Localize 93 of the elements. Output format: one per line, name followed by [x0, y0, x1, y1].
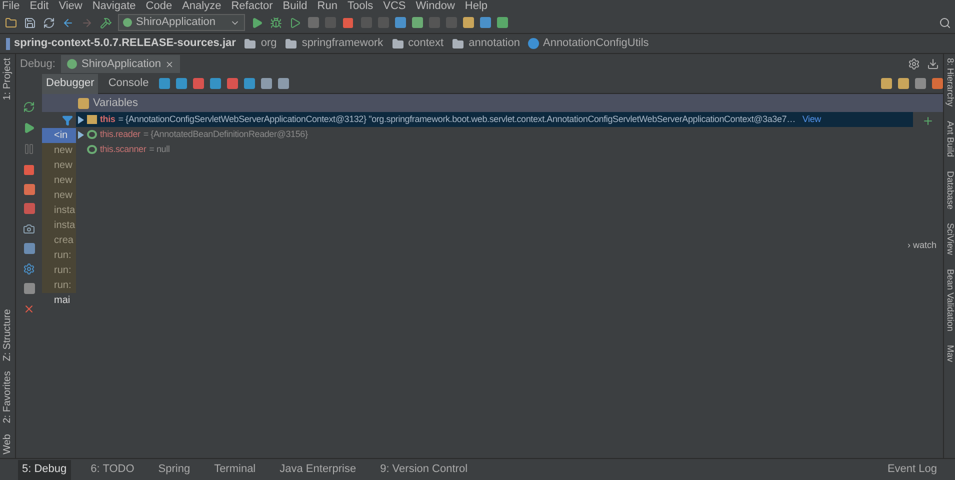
variables-title: Variables: [93, 96, 138, 111]
open-folder-icon[interactable]: [4, 16, 17, 29]
menu-item[interactable]: Refactor: [231, 0, 273, 12]
debugger-tab[interactable]: Debugger: [42, 74, 98, 94]
tool-window-tab[interactable]: 9: Version Control: [376, 460, 472, 480]
menu-item[interactable]: Tools: [347, 0, 374, 12]
stop-icon[interactable]: [342, 16, 354, 29]
stack-frame[interactable]: mai: [42, 293, 76, 308]
menu-item[interactable]: Build: [282, 0, 308, 12]
tool-window-tab[interactable]: Database: [942, 170, 955, 210]
stack-frame[interactable]: insta: [42, 218, 76, 233]
stack-frame[interactable]: new: [42, 188, 76, 203]
menu-item[interactable]: Run: [317, 0, 338, 12]
stack-frame[interactable]: new: [42, 173, 76, 188]
run-configuration-dropdown[interactable]: ShiroApplication: [118, 14, 244, 31]
menu-item[interactable]: Help: [464, 0, 488, 12]
menu-item[interactable]: Analyze: [182, 0, 222, 12]
build-icon[interactable]: [99, 16, 112, 29]
run-icon[interactable]: [250, 16, 264, 29]
session-tab[interactable]: ShiroApplication: [61, 55, 180, 73]
tool-window-tab[interactable]: Ant Build: [942, 120, 955, 157]
debugger-tab[interactable]: Console: [104, 74, 153, 94]
pause-icon[interactable]: [22, 142, 36, 155]
tool-window-tab[interactable]: 1: Project: [0, 58, 19, 100]
camera-icon[interactable]: [22, 222, 36, 235]
variable-value: = {AnnotatedBeanDefinitionReader@3156}: [143, 128, 308, 141]
folder-icon: [244, 37, 257, 50]
menu-item[interactable]: File: [2, 0, 20, 12]
tool-window-tab[interactable]: Z: Structure: [0, 309, 15, 362]
breadcrumb-item[interactable]: springframework: [302, 35, 384, 52]
settings-icon[interactable]: [22, 262, 36, 275]
settings-icon[interactable]: [907, 58, 920, 70]
menu-item[interactable]: VCS: [383, 0, 406, 12]
download-icon[interactable]: [926, 58, 939, 70]
sync-icon[interactable]: [42, 16, 55, 29]
variable-value: = {AnnotationConfigServletWebServerApplicationContext@3132} "org.springframework.boot.web.servlet.context.AnnotationConfigServletWebServerApplicationContext@3a3e7…: [118, 112, 796, 126]
menu-item[interactable]: View: [58, 0, 82, 12]
object-icon: [87, 115, 97, 124]
breadcrumb-item[interactable]: AnnotationConfigUtils: [542, 35, 649, 52]
stack-frame[interactable]: new: [42, 143, 76, 158]
view-link[interactable]: View: [802, 112, 821, 126]
tool-window-tab[interactable]: 2: Favorites: [0, 371, 15, 424]
coverage-icon[interactable]: [288, 16, 302, 29]
stack-frame[interactable]: run:: [42, 248, 76, 263]
watch-hint: › watch: [907, 239, 936, 252]
tool-window-tab[interactable]: Spring: [154, 460, 194, 480]
save-icon[interactable]: [23, 16, 36, 29]
menu-item[interactable]: Edit: [30, 0, 49, 12]
tool-window-tab[interactable]: 5: Debug: [18, 460, 71, 480]
stack-frame[interactable]: run:: [42, 263, 76, 278]
tool-window-tab[interactable]: 6: TODO: [86, 460, 138, 480]
breadcrumb-item[interactable]: org: [260, 35, 277, 52]
variable-name: this.scanner: [100, 142, 146, 156]
stop-icon[interactable]: [22, 163, 36, 176]
stack-frame[interactable]: insta: [42, 203, 76, 218]
breadcrumb-item[interactable]: annotation: [468, 35, 520, 52]
rerun-icon[interactable]: [22, 100, 36, 113]
tool-window-tab[interactable]: 8: Hierarchy: [942, 58, 955, 107]
menu-item[interactable]: Code: [146, 0, 172, 12]
variable-row[interactable]: this.reader = {AnnotatedBeanDefinitionReader@3156}: [76, 127, 913, 142]
tool-window-tab[interactable]: Terminal: [210, 460, 260, 480]
menu-item[interactable]: Window: [416, 0, 455, 12]
plus-icon[interactable]: [922, 114, 934, 127]
resume-icon[interactable]: [22, 121, 36, 134]
stack-frame[interactable]: crea: [42, 233, 76, 248]
search-icon[interactable]: [938, 16, 951, 29]
forward-icon[interactable]: [80, 16, 93, 29]
breadcrumb-item[interactable]: context: [408, 35, 444, 52]
breadcrumb-item[interactable]: spring-context-5.0.7.RELEASE-sources.jar: [14, 35, 236, 52]
expand-arrow-icon[interactable]: [78, 130, 84, 138]
stack-frame[interactable]: <in: [42, 128, 76, 143]
variable-value: = null: [149, 142, 170, 156]
event-log[interactable]: Event Log: [887, 461, 937, 478]
close-icon[interactable]: [164, 60, 174, 68]
tool-window-tab[interactable]: Web: [0, 434, 15, 454]
variable-row[interactable]: this = {AnnotationConfigServletWebServerApplicationContext@3132} "org.springframework.boot.web.servlet.context.AnnotationConfigServletWebServerApplicationContext@3a3e7… View: [76, 112, 913, 127]
stack-frame[interactable]: new: [42, 158, 76, 173]
folder-icon: [452, 37, 465, 50]
tool-window-tab[interactable]: Bean Validation: [942, 268, 955, 332]
filter-icon[interactable]: [61, 114, 74, 126]
tool-window-tab[interactable]: SciView: [942, 223, 955, 255]
debug-label: Debug:: [20, 56, 56, 72]
variable-name: this: [100, 112, 116, 126]
tool-window-tab[interactable]: Java Enterprise: [276, 460, 360, 480]
stack-frame[interactable]: run:: [42, 278, 76, 293]
menu-item[interactable]: Navigate: [92, 0, 136, 12]
tool-window-tab[interactable]: Mav: [942, 345, 955, 362]
folder-icon: [391, 37, 404, 50]
variable-row[interactable]: this.scanner = null: [76, 142, 913, 157]
debug-icon[interactable]: [270, 16, 282, 29]
variable-name: this.reader: [100, 128, 140, 141]
folder-icon: [284, 37, 298, 50]
back-icon[interactable]: [61, 16, 74, 29]
